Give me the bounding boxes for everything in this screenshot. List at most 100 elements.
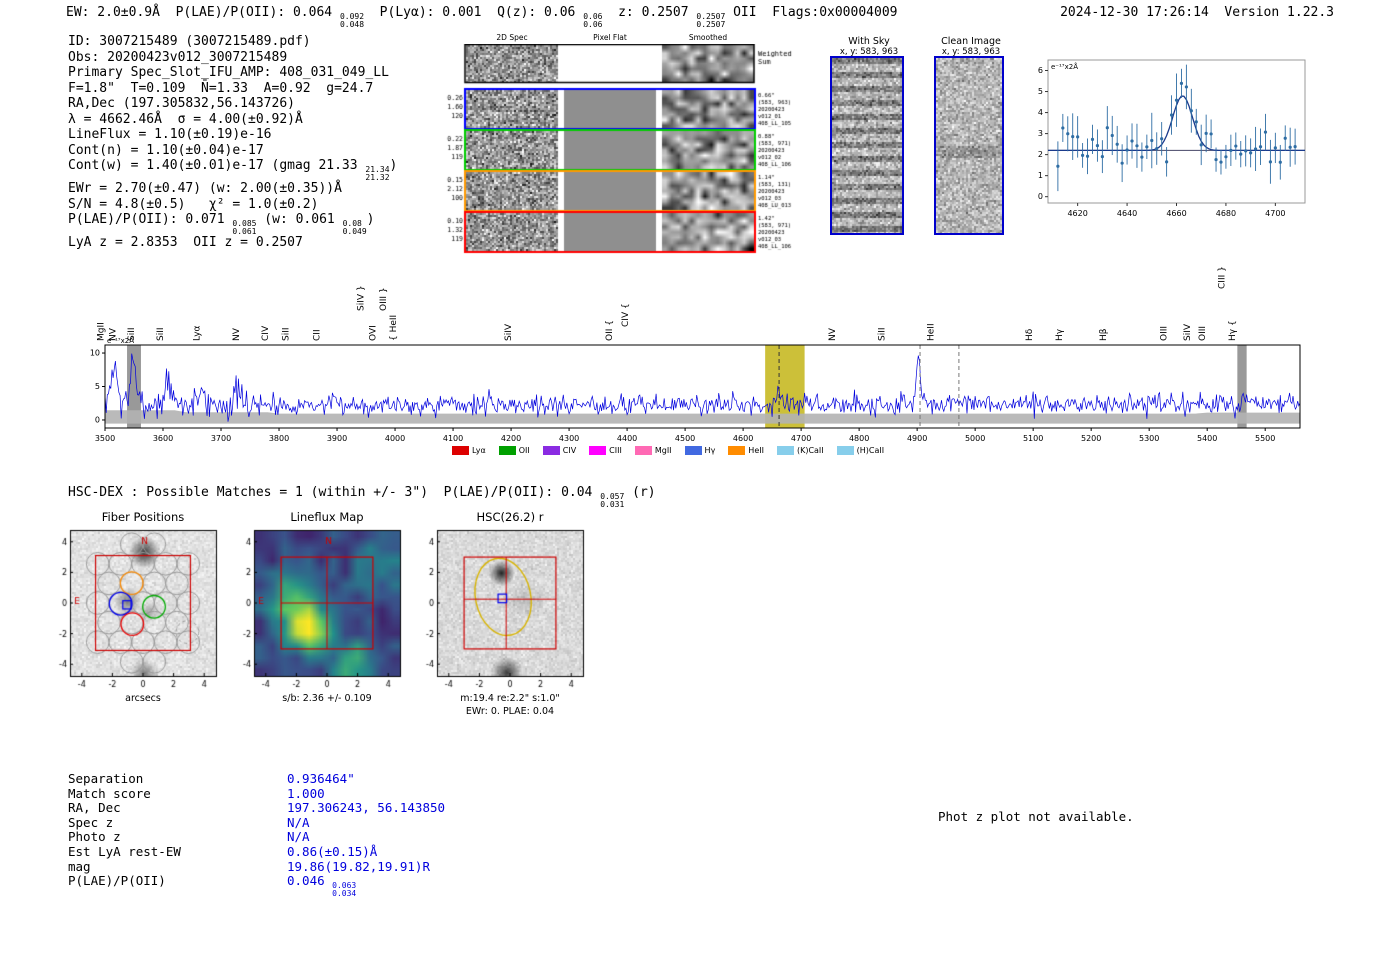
match-table-label: Photo z	[68, 829, 121, 845]
match-table-value: N/A	[287, 814, 310, 830]
hsc-r-cutout	[415, 526, 589, 694]
info-line: RA,Dec (197.305832,56.143726)	[68, 96, 295, 111]
svg-text:4300: 4300	[559, 434, 579, 443]
svg-text:4700: 4700	[791, 434, 811, 443]
match-table-row: Photo z N/A	[68, 830, 445, 845]
svg-text:Hδ: Hδ	[1025, 328, 1035, 341]
legend-label: (H)CaII	[856, 446, 885, 455]
match-table-value: 197.306243, 56.143850	[287, 800, 446, 816]
svg-text:OIII: OIII	[1198, 326, 1208, 341]
stacked-uncertainty: 0.2507 0.2507	[696, 12, 726, 29]
stacked-uncertainty: 0.092 0.048	[339, 12, 365, 29]
stacked-uncertainty: 0.057 0.031	[600, 492, 625, 509]
info-line: Cont(w) = 1.40(±0.01)e-17 (gmag 21.33 21…	[68, 158, 398, 182]
legend-item: CIV	[542, 446, 577, 455]
match-table-value: 0.936464"	[287, 771, 355, 786]
svg-text:5500: 5500	[1255, 434, 1275, 443]
spec2d-col-title-pixelflat: Pixel Flat	[593, 33, 627, 42]
full-spectrum-plot: 3500 3600 3700 3800 3900 4000 4100 4200 4300 4400…	[90, 266, 1301, 443]
match-table-value: 0.86(±0.15)Å	[287, 843, 378, 859]
spec2d-col-title-smoothed: Smoothed	[688, 33, 728, 42]
svg-text:3500: 3500	[95, 434, 115, 443]
legend-swatch	[836, 446, 854, 455]
svg-text:Hγ {: Hγ {	[1228, 320, 1238, 341]
svg-text:2: 2	[1038, 150, 1043, 159]
info-line: Primary Spec_Slot_IFU_AMP: 408_031_049_L…	[68, 65, 389, 80]
svg-text:OIII }: OIII }	[379, 287, 389, 311]
legend-item: MgII	[634, 446, 672, 455]
svg-text:4700: 4700	[1265, 209, 1285, 218]
match-table-row: Separation 0.936464"	[68, 771, 445, 787]
legend-item: (H)CaII	[836, 446, 885, 455]
legend-item: CIII	[589, 446, 622, 455]
svg-text:1: 1	[1038, 171, 1043, 180]
svg-text:{ HeII: { HeII	[389, 315, 399, 341]
svg-text:4660: 4660	[1166, 209, 1186, 218]
svg-text:4620: 4620	[1067, 209, 1087, 218]
match-table-label: P(LAE)/P(OII)	[68, 873, 166, 889]
stacked-uncertainty: 0.085 0.061	[232, 219, 257, 236]
match-table-value: 0.046 0.063 0.034	[287, 873, 357, 898]
svg-text:Hγ: Hγ	[1055, 328, 1065, 341]
spec2d-cutout-grid	[444, 44, 804, 256]
legend-label: Hγ	[704, 446, 716, 455]
lineflux-caption: s/b: 2.36 +/- 0.109	[282, 693, 372, 704]
svg-text:SiII: SiII	[156, 327, 166, 341]
match-table-row: Spec z N/A	[68, 814, 445, 831]
legend-swatch	[589, 446, 607, 455]
legend-label: HeII	[748, 446, 764, 455]
legend-label: OII	[518, 446, 530, 455]
fiber-xlabel: arcsecs	[125, 693, 161, 704]
svg-text:CIV {: CIV {	[621, 303, 631, 327]
lineflux-map-title: Lineflux Map	[290, 510, 364, 524]
spec2d-col-title-2dspec: 2D Spec	[496, 33, 528, 42]
hsc-match-summary: HSC-DEX : Possible Matches = 1 (within +…	[68, 485, 656, 509]
hsc-caption-ewr-plae: EWr: 0. PLAE: 0.04	[465, 706, 555, 717]
info-line: LineFlux = 1.10(±0.19)e-16	[68, 127, 272, 142]
legend-swatch	[776, 446, 794, 455]
photz-note: Phot z plot not available.	[938, 809, 1134, 824]
match-table-row: RA, Dec 197.306243, 56.143850	[68, 800, 446, 816]
svg-text:4600: 4600	[733, 434, 753, 443]
hsc-caption-morphology: m:19.4 re:2.2" s:1.0"	[460, 693, 560, 704]
svg-text:SiII: SiII	[127, 327, 137, 341]
legend-swatch	[498, 446, 516, 455]
fiber-positions-cutout	[48, 526, 222, 694]
svg-text:5000: 5000	[965, 434, 985, 443]
svg-text:4000: 4000	[385, 434, 405, 443]
legend-item: (K)CaII	[776, 446, 824, 455]
header-timestamp-version: 2024-12-30 17:26:14 Version 1.22.3	[1060, 5, 1334, 20]
svg-text:4900: 4900	[907, 434, 927, 443]
legend-swatch	[684, 446, 702, 455]
header-metrics: EW: 2.0±0.9Å P(LAE)/P(OII): 0.064 0.092 0…	[66, 5, 898, 29]
match-table-row: mag 19.86(19.82,19.91)R	[68, 859, 445, 875]
svg-text:3800: 3800	[269, 434, 289, 443]
stacked-uncertainty: 0.06 0.06	[583, 12, 603, 29]
svg-text:CIII }: CIII }	[1218, 266, 1228, 289]
svg-text:NV: NV	[828, 327, 838, 341]
info-line: EWr = 2.70(±0.47) (w: 2.00(±0.35))Å	[68, 181, 342, 196]
legend-swatch	[634, 446, 652, 455]
clean-image-title: Clean Image	[941, 36, 1001, 47]
svg-text:SiIV }: SiIV }	[357, 285, 367, 311]
legend-item: Hγ	[684, 446, 716, 455]
spectral-line-legend: Lyα OII CIV CIII MgII Hγ HeII (K)CaII (H)CaII	[452, 446, 884, 455]
svg-text:4800: 4800	[849, 434, 869, 443]
svg-text:0: 0	[95, 415, 100, 424]
svg-text:10: 10	[90, 349, 100, 358]
svg-text:3600: 3600	[153, 434, 173, 443]
stacked-uncertainty: 0.063 0.034	[332, 881, 357, 898]
svg-text:5200: 5200	[1081, 434, 1101, 443]
svg-text:Hβ: Hβ	[1099, 328, 1109, 341]
svg-text:NV: NV	[108, 327, 118, 341]
svg-text:Lyα: Lyα	[193, 325, 203, 341]
stacked-uncertainty: 0.08 0.049	[342, 219, 367, 236]
match-table-row: Match score 1.000	[68, 786, 445, 802]
svg-text:MgII: MgII	[96, 322, 106, 341]
info-line: S/N = 4.8(±0.5) χ² = 1.0(±0.2)	[68, 196, 319, 212]
svg-text:3900: 3900	[327, 434, 347, 443]
svg-text:5100: 5100	[1023, 434, 1043, 443]
svg-text:0: 0	[1038, 192, 1043, 201]
svg-text:5: 5	[95, 382, 100, 391]
legend-label: CIV	[562, 446, 577, 455]
